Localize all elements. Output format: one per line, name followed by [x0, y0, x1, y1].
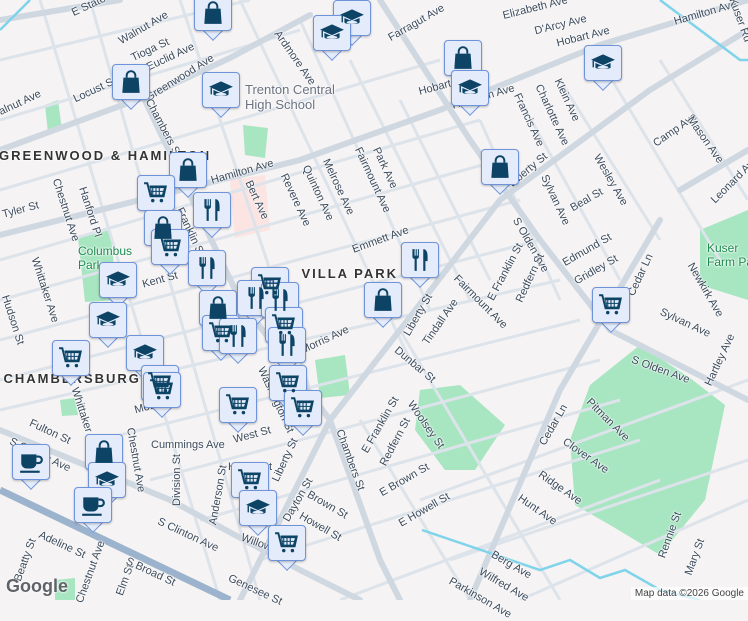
fork-knife-icon — [274, 332, 300, 358]
school-marker[interactable] — [99, 262, 137, 308]
marker-body — [268, 525, 306, 561]
shop-marker[interactable] — [364, 282, 402, 328]
shopping-cart-icon — [149, 377, 175, 403]
shopping-cart-icon — [157, 234, 183, 260]
marker-body — [151, 229, 189, 265]
marker-body — [169, 152, 207, 188]
marker-body — [401, 242, 439, 278]
restaurant-marker[interactable] — [219, 318, 257, 364]
marker-body — [112, 64, 150, 100]
marker-body — [592, 287, 630, 323]
marker-body — [52, 340, 90, 376]
shopping-bag-icon — [118, 69, 144, 95]
shop-marker[interactable] — [112, 64, 150, 110]
graduation-cap-icon — [319, 20, 345, 46]
marker-body — [202, 72, 240, 108]
marker-body — [12, 444, 50, 480]
fork-knife-icon — [267, 287, 293, 313]
marker-body — [364, 282, 402, 318]
shopping-bag-icon — [370, 287, 396, 313]
shopping-bag-icon — [205, 295, 231, 321]
shopping-bag-icon — [200, 0, 226, 26]
fork-knife-icon — [194, 255, 220, 281]
shopping-cart-icon — [290, 395, 316, 421]
shopping-cart-icon — [274, 530, 300, 556]
graduation-cap-icon — [105, 267, 131, 293]
shopping-cart-icon — [225, 392, 251, 418]
shop-marker[interactable] — [481, 149, 519, 195]
shopping-bag-icon — [175, 157, 201, 183]
marker-body — [481, 149, 519, 185]
marker-body — [99, 262, 137, 298]
shopping-cart-icon — [58, 345, 84, 371]
restaurant-marker[interactable] — [188, 250, 226, 296]
graduation-cap-icon — [457, 75, 483, 101]
marker-body — [284, 390, 322, 426]
graduation-cap-icon — [94, 467, 120, 493]
graduation-cap-icon — [590, 50, 616, 76]
shopping-cart-icon — [143, 180, 169, 206]
marker-body — [89, 302, 127, 338]
coffee-marker[interactable] — [12, 444, 50, 490]
school-marker[interactable] — [584, 45, 622, 91]
shopping-cart-icon — [237, 467, 263, 493]
marker-body — [239, 490, 277, 526]
marker-body — [188, 250, 226, 286]
restaurant-marker[interactable] — [193, 192, 231, 238]
shopping-cart-icon — [598, 292, 624, 318]
marker-body — [194, 0, 232, 31]
school-marker[interactable] — [89, 302, 127, 348]
shopping-bag-icon — [487, 154, 513, 180]
graduation-cap-icon — [208, 77, 234, 103]
shop-marker[interactable] — [194, 0, 232, 41]
cart-marker[interactable] — [151, 229, 189, 275]
marker-body — [143, 372, 181, 408]
coffee-marker[interactable] — [74, 487, 112, 533]
marker-body — [193, 192, 231, 228]
coffee-cup-icon — [80, 492, 106, 518]
marker-body — [584, 45, 622, 81]
cart-marker[interactable] — [143, 372, 181, 418]
cart-marker[interactable] — [219, 387, 257, 433]
fork-knife-icon — [225, 323, 251, 349]
restaurant-marker[interactable] — [401, 242, 439, 288]
cart-marker[interactable] — [284, 390, 322, 436]
marker-body — [219, 318, 257, 354]
graduation-cap-icon — [132, 340, 158, 366]
google-logo[interactable]: Google — [6, 576, 68, 597]
cart-marker[interactable] — [52, 340, 90, 386]
coffee-cup-icon — [18, 449, 44, 475]
marker-body — [137, 175, 175, 211]
school-marker[interactable] — [202, 72, 240, 118]
fork-knife-icon — [199, 197, 225, 223]
map-attribution[interactable]: Map data ©2026 Google — [630, 587, 748, 600]
fork-knife-icon — [243, 285, 269, 311]
fork-knife-icon — [407, 247, 433, 273]
marker-body — [451, 70, 489, 106]
school-marker[interactable] — [451, 70, 489, 116]
graduation-cap-icon — [95, 307, 121, 333]
marker-body — [268, 327, 306, 363]
shopping-cart-icon — [275, 370, 301, 396]
marker-body — [219, 387, 257, 423]
cart-marker[interactable] — [268, 525, 306, 571]
shopping-bag-icon — [450, 45, 476, 71]
cart-marker[interactable] — [592, 287, 630, 333]
graduation-cap-icon — [245, 495, 271, 521]
shopping-bag-icon — [91, 439, 117, 465]
